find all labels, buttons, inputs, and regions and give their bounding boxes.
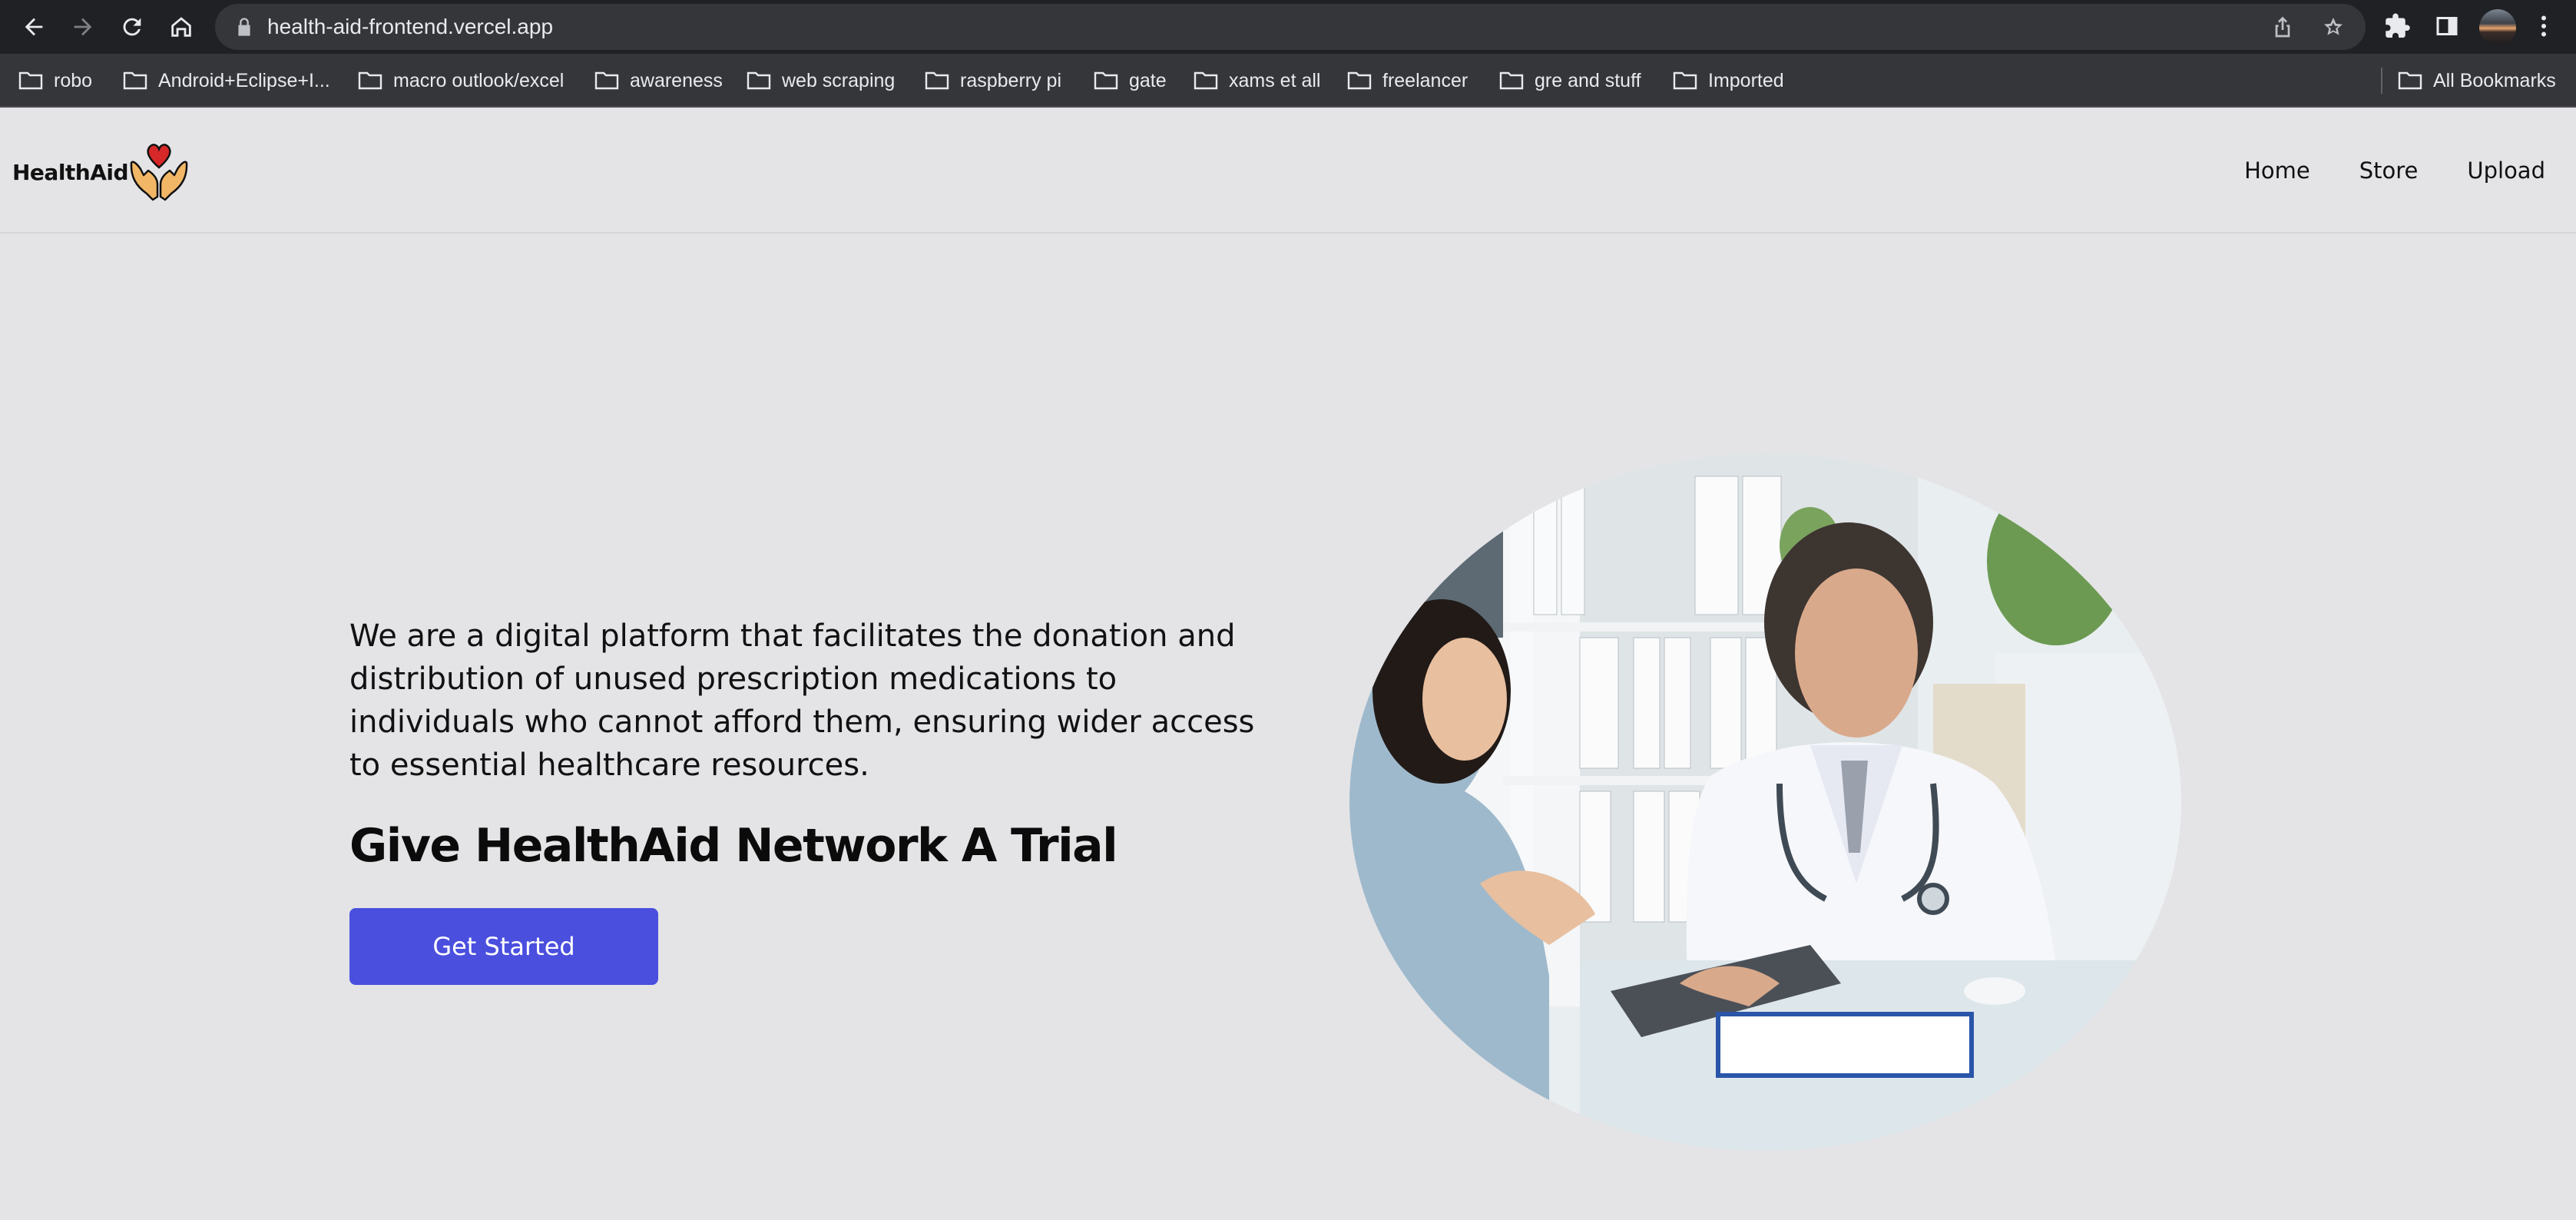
bookmark-label: robo <box>54 69 93 91</box>
bookmark-label: web scraping <box>782 69 896 91</box>
bookmark-folder[interactable]: raspberry pi <box>925 54 1061 108</box>
nav-upload-link[interactable]: Upload <box>2467 157 2545 184</box>
folder-icon <box>18 71 43 90</box>
bookmark-folder[interactable]: freelancer <box>1347 54 1468 108</box>
home-icon <box>171 17 191 37</box>
extensions-icon[interactable] <box>2384 12 2412 40</box>
all-bookmarks-label: All Bookmarks <box>2433 69 2556 91</box>
nav-home-link[interactable]: Home <box>2244 157 2310 184</box>
bookmark-folder[interactable]: xams et all <box>1194 54 1320 108</box>
reload-icon <box>123 18 141 36</box>
bookmark-folder[interactable]: awareness <box>594 54 723 108</box>
nav-store-link[interactable]: Store <box>2359 157 2419 184</box>
side-panel-icon[interactable] <box>2433 12 2461 40</box>
folder-icon <box>2398 71 2422 90</box>
folder-icon <box>1673 71 1697 90</box>
bookmark-label: macro outlook/excel <box>393 69 565 91</box>
bookmark-folder[interactable]: web scraping <box>747 54 895 108</box>
bookmark-label: freelancer <box>1382 69 1468 91</box>
browser-toolbar: health-aid-frontend.vercel.app <box>0 0 2576 54</box>
bookmark-folder[interactable]: gre and stuff <box>1499 54 1641 108</box>
folder-icon <box>1347 71 1372 90</box>
profile-avatar[interactable] <box>2479 9 2516 46</box>
bookmark-folder[interactable]: gate <box>1094 54 1167 108</box>
logo-text: HealthAid <box>12 159 129 185</box>
reload-button[interactable] <box>112 7 152 47</box>
url-text: health-aid-frontend.vercel.app <box>267 15 554 38</box>
heart-in-hands-icon <box>130 144 188 201</box>
home-button[interactable] <box>161 7 201 47</box>
bookmark-label: awareness <box>630 69 723 91</box>
bookmarks-divider <box>2381 68 2382 94</box>
folder-icon <box>1094 71 1118 90</box>
hero-image <box>1349 453 2181 1151</box>
folder-icon <box>123 71 147 90</box>
forward-button[interactable] <box>63 7 103 47</box>
back-button[interactable] <box>14 7 54 47</box>
get-started-button[interactable]: Get Started <box>349 908 658 985</box>
bookmark-folder[interactable]: macro outlook/excel <box>358 54 564 108</box>
lock-icon <box>238 18 250 36</box>
hero-description: We are a digital platform that facilitat… <box>349 618 1255 783</box>
bookmarks-bar: robo Android+Eclipse+I... macro outlook/… <box>0 54 2576 108</box>
bookmark-label: gre and stuff <box>1535 69 1641 91</box>
bookmark-folder[interactable]: Imported <box>1673 54 1784 108</box>
bookmark-label: gate <box>1129 69 1167 91</box>
address-bar[interactable]: health-aid-frontend.vercel.app <box>215 4 2366 50</box>
folder-icon <box>925 71 949 90</box>
bookmark-label: Imported <box>1708 69 1784 91</box>
folder-icon <box>747 71 771 90</box>
all-bookmarks-button[interactable]: All Bookmarks <box>2398 54 2556 108</box>
bookmark-label: Android+Eclipse+I... <box>158 69 330 91</box>
hero-title: Give HealthAid Network A Trial <box>349 819 1118 873</box>
folder-icon <box>594 71 619 90</box>
folder-icon <box>1499 71 1524 90</box>
menu-kebab-icon[interactable] <box>2530 12 2558 40</box>
bookmark-label: xams et all <box>1229 69 1321 91</box>
arrow-left-icon <box>25 18 43 36</box>
star-icon[interactable] <box>2321 15 2346 39</box>
bookmark-folder[interactable]: robo <box>18 54 92 108</box>
arrow-right-icon <box>74 18 92 36</box>
doctor-consultation-illustration <box>1349 453 2181 1151</box>
bookmark-label: raspberry pi <box>960 69 1061 91</box>
bookmark-folder[interactable]: Android+Eclipse+I... <box>123 54 330 108</box>
site-header: HealthAid Home Store Upload <box>0 109 2576 234</box>
share-icon[interactable] <box>2270 15 2295 39</box>
main-nav: Home Store Upload <box>2244 109 2545 232</box>
folder-icon <box>1194 71 1218 90</box>
site-logo[interactable]: HealthAid <box>12 140 191 204</box>
folder-icon <box>358 71 382 90</box>
